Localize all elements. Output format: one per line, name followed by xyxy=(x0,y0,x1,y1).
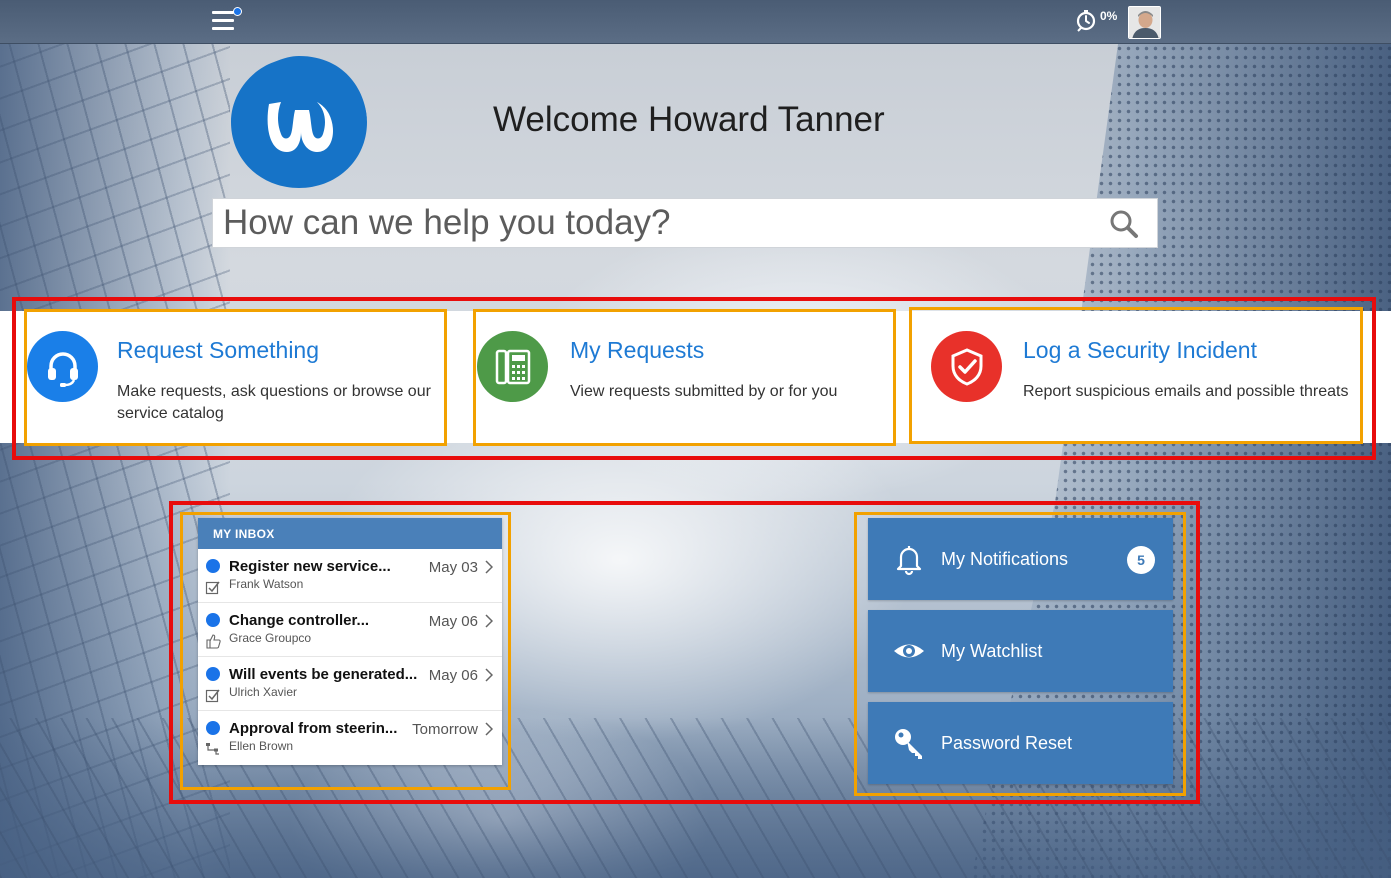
phone-icon xyxy=(495,349,530,384)
shield-check-icon xyxy=(951,347,982,386)
chevron-right-icon xyxy=(485,614,493,628)
tile-description: Make requests, ask questions or browse o… xyxy=(117,383,431,422)
inbox-item-date: Tomorrow xyxy=(412,721,478,738)
my-notifications-label: My Notifications xyxy=(941,549,1069,569)
headset-icon xyxy=(47,351,78,387)
my-watchlist-button[interactable]: My Watchlist xyxy=(868,610,1173,692)
search-input[interactable] xyxy=(223,202,1083,244)
menu-icon-line xyxy=(212,11,234,14)
notification-dot xyxy=(233,7,242,16)
avatar-portrait-icon xyxy=(1129,7,1160,38)
search-box[interactable] xyxy=(212,198,1158,248)
unread-indicator xyxy=(206,613,220,627)
tile-title: Log a Security Incident xyxy=(1023,337,1257,363)
inbox-item-date: May 06 xyxy=(428,667,478,684)
search-icon[interactable] xyxy=(1109,209,1139,239)
inbox-item-date: May 06 xyxy=(428,613,478,630)
key-icon xyxy=(895,729,922,759)
welcome-heading: Welcome Howard Tanner xyxy=(493,100,885,139)
inbox-item-title: Approval from steerin... xyxy=(229,720,398,737)
checkbox-icon xyxy=(205,689,220,703)
inbox-item-sender: Grace Groupco xyxy=(229,631,312,645)
unread-indicator xyxy=(206,721,220,735)
top-bar: 0% xyxy=(0,0,1391,44)
inbox-item-date: May 03 xyxy=(428,559,478,576)
stopwatch-icon xyxy=(1076,10,1096,32)
unread-indicator xyxy=(206,559,220,573)
inbox-item[interactable]: Will events be generated... Ulrich Xavie… xyxy=(198,657,502,711)
inbox-item-title: Change controller... xyxy=(229,612,370,629)
workflow-icon xyxy=(206,743,219,755)
inbox-item[interactable]: Change controller... Grace Groupco May 0… xyxy=(198,603,502,657)
inbox-item-sender: Ellen Brown xyxy=(229,739,294,753)
user-avatar[interactable] xyxy=(1128,6,1161,39)
tile-icon-circle xyxy=(477,331,548,402)
tile-my-requests[interactable]: My Requests View requests submitted by o… xyxy=(474,311,895,443)
password-reset-label: Password Reset xyxy=(941,733,1073,753)
inbox-item-title: Will events be generated... xyxy=(229,666,418,683)
menu-icon-line xyxy=(212,27,234,30)
tile-icon-circle xyxy=(931,331,1002,402)
notification-count-badge: 5 xyxy=(1127,546,1155,574)
inbox-widget: MY INBOX Register new service... Frank W… xyxy=(198,518,502,765)
tile-icon-circle xyxy=(27,331,98,402)
unread-indicator xyxy=(206,667,220,681)
tile-description: View requests submitted by or for you xyxy=(570,383,838,400)
chevron-right-icon xyxy=(485,722,493,736)
tile-log-security-incident[interactable]: Log a Security Incident Report suspiciou… xyxy=(910,311,1361,443)
password-reset-button[interactable]: Password Reset xyxy=(868,702,1173,784)
inbox-item-title: Register new service... xyxy=(229,558,391,575)
timer-indicator[interactable]: 0% xyxy=(1075,8,1117,32)
tile-request-something[interactable]: Request Something Make requests, ask que… xyxy=(24,311,446,443)
inbox-item[interactable]: Register new service... Frank Watson May… xyxy=(198,549,502,603)
my-notifications-button[interactable]: My Notifications 5 xyxy=(868,518,1173,600)
inbox-item-sender: Frank Watson xyxy=(229,577,304,591)
inbox-item-sender: Ulrich Xavier xyxy=(229,685,298,699)
menu-button[interactable] xyxy=(212,7,242,31)
menu-icon-line xyxy=(212,19,234,22)
company-logo xyxy=(231,56,367,188)
checkbox-icon xyxy=(205,581,220,595)
inbox-header: MY INBOX xyxy=(198,518,502,549)
bell-icon xyxy=(896,546,922,576)
eye-icon xyxy=(894,644,924,658)
tile-title: Request Something xyxy=(117,337,320,363)
timer-percent: 0% xyxy=(1100,9,1118,23)
inbox-item[interactable]: Approval from steerin... Ellen Brown Tom… xyxy=(198,711,502,765)
tile-title: My Requests xyxy=(570,337,705,363)
chevron-right-icon xyxy=(485,560,493,574)
thumbs-up-icon xyxy=(206,634,221,649)
chevron-right-icon xyxy=(485,668,493,682)
tile-description: Report suspicious emails and possible th… xyxy=(1023,383,1349,400)
my-watchlist-label: My Watchlist xyxy=(941,641,1043,661)
